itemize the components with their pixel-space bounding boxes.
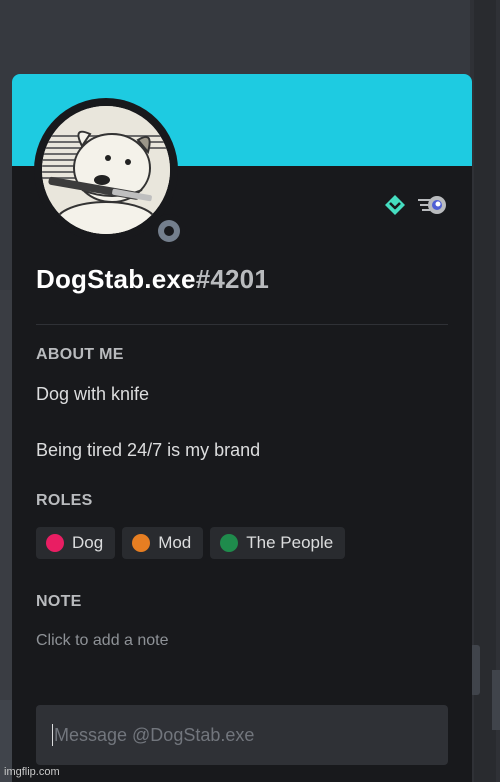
divider bbox=[36, 324, 448, 325]
role-color-dot bbox=[220, 534, 239, 552]
about-me-line-2: Being tired 24/7 is my brand bbox=[36, 440, 261, 460]
dog-avatar-image bbox=[42, 106, 170, 234]
role-mod[interactable]: Mod bbox=[122, 527, 204, 559]
username-name: DogStab.exe bbox=[36, 264, 196, 294]
message-placeholder: Message @DogStab.exe bbox=[54, 724, 255, 745]
watermark: imgflip.com bbox=[4, 766, 60, 778]
role-label: Dog bbox=[72, 533, 104, 552]
role-label: Mod bbox=[158, 533, 192, 552]
avatar[interactable] bbox=[42, 106, 170, 234]
about-me-heading: ABOUT ME bbox=[36, 346, 124, 363]
hypesquad-balance-icon[interactable] bbox=[384, 194, 406, 216]
role-the-people[interactable]: The People bbox=[210, 527, 346, 559]
user-profile-popout: DogStab.exe#4201 ABOUT ME Dog with knife… bbox=[12, 74, 472, 782]
roles-heading: ROLES bbox=[36, 492, 93, 509]
status-indicator bbox=[152, 214, 186, 248]
side-element bbox=[492, 670, 500, 730]
message-input[interactable]: Message @DogStab.exe bbox=[36, 705, 448, 765]
badge-list bbox=[384, 194, 448, 216]
roles-list: Dog Mod The People bbox=[36, 527, 346, 559]
about-me-line-1: Dog with knife bbox=[36, 384, 150, 404]
nitro-boost-icon[interactable] bbox=[416, 194, 448, 216]
note-input[interactable]: Click to add a note bbox=[36, 632, 169, 650]
role-dog[interactable]: Dog bbox=[36, 527, 116, 559]
role-label: The People bbox=[246, 533, 334, 552]
username[interactable]: DogStab.exe#4201 bbox=[36, 264, 269, 295]
note-heading: NOTE bbox=[36, 593, 82, 610]
offline-status-icon bbox=[158, 220, 180, 242]
avatar-wrapper[interactable] bbox=[34, 98, 186, 248]
text-caret bbox=[52, 724, 53, 746]
username-discriminator: #4201 bbox=[195, 264, 269, 294]
role-color-dot bbox=[132, 534, 151, 552]
role-color-dot bbox=[46, 534, 64, 552]
